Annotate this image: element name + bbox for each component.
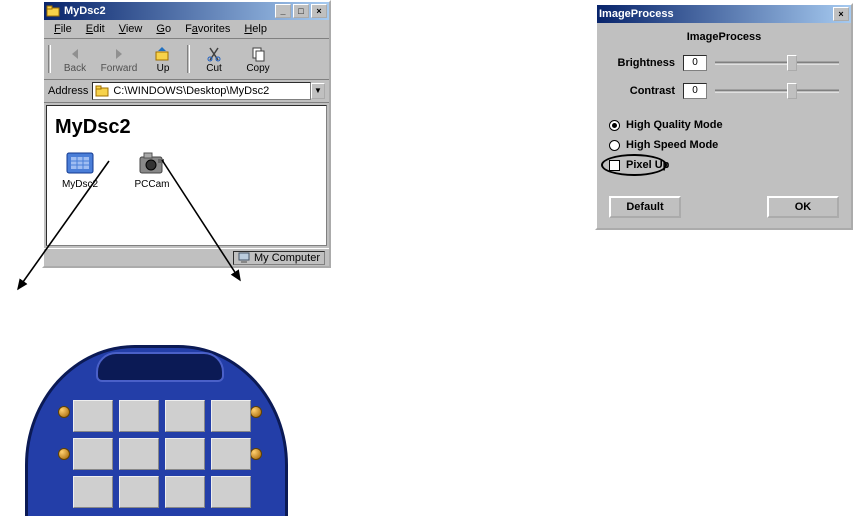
cut-button[interactable]: Cut bbox=[192, 41, 236, 77]
device-pad-button[interactable] bbox=[73, 400, 113, 432]
statusbar: My Computer bbox=[44, 248, 329, 266]
device-pad-button[interactable] bbox=[73, 438, 113, 470]
annotation-circle bbox=[601, 154, 667, 176]
brightness-slider[interactable] bbox=[715, 53, 839, 73]
device-pad-button[interactable] bbox=[211, 476, 251, 508]
maximize-button[interactable]: □ bbox=[293, 4, 309, 18]
window-title: MyDsc2 bbox=[64, 5, 275, 17]
copy-button[interactable]: Copy bbox=[236, 41, 280, 77]
default-button[interactable]: Default bbox=[609, 196, 681, 218]
device-pad-button[interactable] bbox=[119, 438, 159, 470]
menu-view[interactable]: View bbox=[113, 22, 149, 36]
contrast-row: Contrast 0 bbox=[609, 81, 839, 101]
dialog-caption: ImageProcess bbox=[609, 31, 839, 43]
folder-icon bbox=[95, 84, 109, 98]
up-button[interactable]: Up bbox=[141, 41, 185, 77]
scissors-icon bbox=[205, 45, 223, 63]
minimize-button[interactable]: _ bbox=[275, 4, 291, 18]
status-pane: My Computer bbox=[233, 251, 325, 265]
contrast-label: Contrast bbox=[609, 85, 675, 97]
address-label: Address bbox=[48, 85, 88, 97]
address-dropdown[interactable]: ▼ bbox=[311, 83, 325, 99]
content-title: MyDsc2 bbox=[55, 116, 318, 139]
brightness-label: Brightness bbox=[609, 57, 675, 69]
menu-edit[interactable]: Edit bbox=[80, 22, 111, 36]
radio-icon bbox=[609, 140, 620, 151]
status-text: My Computer bbox=[254, 252, 320, 264]
twain-icon bbox=[64, 147, 96, 179]
address-path: C:\WINDOWS\Desktop\MyDsc2 bbox=[113, 85, 269, 97]
address-field[interactable]: C:\WINDOWS\Desktop\MyDsc2 bbox=[92, 82, 311, 100]
ok-button[interactable]: OK bbox=[767, 196, 839, 218]
radio-high-quality[interactable]: High Quality Mode bbox=[609, 119, 839, 131]
folder-content[interactable]: MyDsc2 MyDsc2 PCCam bbox=[46, 105, 327, 246]
brightness-row: Brightness 0 bbox=[609, 53, 839, 73]
checkbox-pixel-up[interactable]: Pixel Up bbox=[609, 159, 839, 171]
item-mydsc2[interactable]: MyDsc2 bbox=[53, 147, 107, 190]
dialog-title: ImageProcess bbox=[599, 8, 833, 20]
item-label: PCCam bbox=[134, 179, 169, 190]
device-button-grid bbox=[73, 400, 251, 508]
arrow-right-icon bbox=[110, 45, 128, 63]
dialog-close-button[interactable]: × bbox=[833, 7, 849, 21]
item-pccam[interactable]: PCCam bbox=[125, 147, 179, 190]
camera-icon bbox=[136, 147, 168, 179]
device-pad-button[interactable] bbox=[165, 438, 205, 470]
toolbar: Back Forward Up Cut Copy bbox=[44, 39, 329, 80]
folder-icon bbox=[46, 4, 60, 18]
address-bar: Address C:\WINDOWS\Desktop\MyDsc2 ▼ bbox=[44, 80, 329, 103]
device-pad-button[interactable] bbox=[119, 400, 159, 432]
imageprocess-dialog: ImageProcess × ImageProcess Brightness 0… bbox=[595, 3, 853, 230]
menu-go[interactable]: Go bbox=[150, 22, 177, 36]
radio-label: High Speed Mode bbox=[626, 139, 718, 151]
radio-icon bbox=[609, 120, 620, 131]
contrast-value: 0 bbox=[683, 83, 707, 99]
copy-icon bbox=[249, 45, 267, 63]
device-led bbox=[250, 406, 262, 418]
menu-help[interactable]: Help bbox=[238, 22, 273, 36]
titlebar[interactable]: MyDsc2 _ □ × bbox=[44, 2, 329, 20]
menu-favorites[interactable]: Favorites bbox=[179, 22, 236, 36]
contrast-slider[interactable] bbox=[715, 81, 839, 101]
brightness-value: 0 bbox=[683, 55, 707, 71]
device-pad-button[interactable] bbox=[73, 476, 113, 508]
device-pad-button[interactable] bbox=[119, 476, 159, 508]
item-label: MyDsc2 bbox=[62, 179, 98, 190]
forward-button[interactable]: Forward bbox=[97, 41, 141, 77]
dialog-titlebar[interactable]: ImageProcess × bbox=[597, 5, 851, 23]
device-image bbox=[25, 345, 288, 516]
toolbar-separator bbox=[187, 45, 190, 73]
radio-label: High Quality Mode bbox=[626, 119, 723, 131]
close-button[interactable]: × bbox=[311, 4, 327, 18]
device-led bbox=[58, 406, 70, 418]
device-led bbox=[58, 448, 70, 460]
menubar: File Edit View Go Favorites Help bbox=[44, 20, 329, 39]
arrow-left-icon bbox=[66, 45, 84, 63]
device-pad-button[interactable] bbox=[165, 476, 205, 508]
device-pad-button[interactable] bbox=[211, 438, 251, 470]
slider-thumb[interactable] bbox=[787, 83, 797, 99]
slider-thumb[interactable] bbox=[787, 55, 797, 71]
back-button[interactable]: Back bbox=[53, 41, 97, 77]
radio-high-speed[interactable]: High Speed Mode bbox=[609, 139, 839, 151]
menu-file[interactable]: File bbox=[48, 22, 78, 36]
device-pad-button[interactable] bbox=[165, 400, 205, 432]
toolbar-grip bbox=[48, 45, 51, 73]
device-display bbox=[96, 352, 224, 382]
device-led bbox=[250, 448, 262, 460]
explorer-window: MyDsc2 _ □ × File Edit View Go Favorites… bbox=[42, 0, 331, 268]
device-pad-button[interactable] bbox=[211, 400, 251, 432]
folder-up-icon bbox=[154, 45, 172, 63]
my-computer-icon bbox=[238, 252, 250, 264]
